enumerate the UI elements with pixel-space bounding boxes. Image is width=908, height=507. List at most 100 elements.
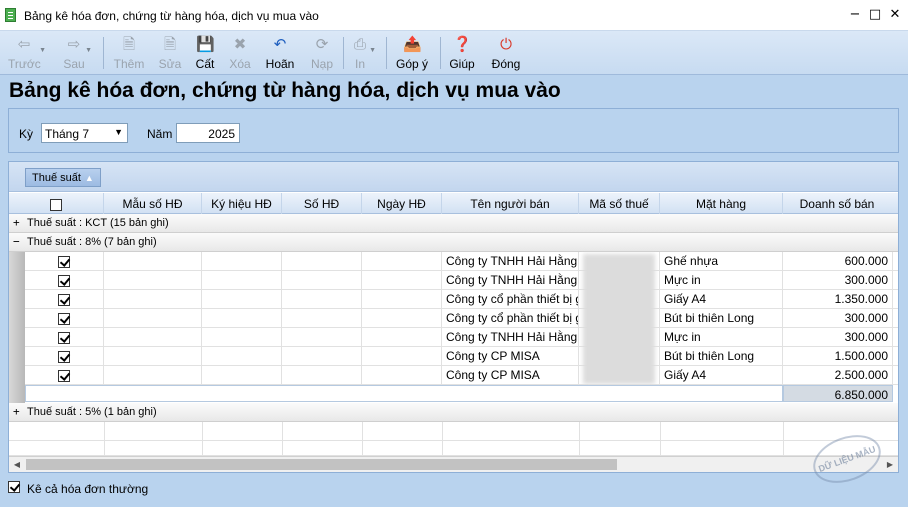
expand-icon[interactable]: +	[13, 216, 20, 229]
undo-button[interactable]: ↶ Hoãn	[265, 33, 295, 73]
printer-icon: ⎙	[353, 35, 366, 53]
include-normal-invoices-checkbox[interactable]	[8, 481, 20, 493]
minimize-button[interactable]: −	[847, 7, 863, 23]
row-checkbox[interactable]	[58, 350, 70, 363]
amount-cell[interactable]: 1.500.000	[783, 347, 893, 366]
chevron-down-icon[interactable]: ▼	[369, 47, 376, 54]
forward-button[interactable]: ⇨ Sau ▼	[62, 33, 92, 73]
group-row-5[interactable]: + Thuế suất : 5% (1 bản ghi)	[9, 403, 898, 422]
scrollbar-thumb[interactable]	[26, 459, 617, 470]
period-select[interactable]: Tháng 7 ▼	[41, 123, 128, 143]
toolbar-separator	[343, 37, 344, 69]
table-row[interactable]: Công ty CP MISA Giấy A4 2.500.000	[25, 366, 898, 385]
save-icon: 💾	[196, 35, 215, 53]
arrow-right-icon: ⇨	[67, 35, 81, 53]
column-header-tax-code[interactable]: Mã số thuế	[579, 193, 660, 214]
column-header-item[interactable]: Mặt hàng	[660, 193, 783, 214]
row-checkbox[interactable]	[58, 331, 70, 344]
save-button[interactable]: 💾 Cất	[194, 33, 216, 73]
delete-document-icon: ✖	[233, 35, 247, 53]
item-cell[interactable]: Ghế nhựa	[660, 252, 783, 271]
help-button[interactable]: ❓ Giúp	[448, 33, 476, 73]
table-row[interactable]: Công ty cổ phần thiết bị g Bút bi thiên …	[25, 309, 898, 328]
feedback-icon: 📤	[403, 35, 422, 53]
period-label: Kỳ	[19, 127, 34, 141]
close-button[interactable]: ⏻ Đóng	[490, 33, 522, 73]
row-checkbox[interactable]	[58, 293, 70, 306]
amount-cell[interactable]: 300.000	[783, 328, 893, 347]
table-row[interactable]: Công ty TNHH Hải Hằng Mực in 300.000	[25, 328, 898, 347]
power-icon: ⏻	[500, 35, 512, 53]
maximize-button[interactable]: □	[867, 7, 883, 23]
edit-button[interactable]: 🗎 Sửa	[158, 33, 182, 73]
item-cell[interactable]: Mực in	[660, 328, 783, 347]
year-label: Năm	[147, 127, 173, 141]
period-value: Tháng 7	[45, 127, 90, 141]
feedback-button[interactable]: 📤 Góp ý	[394, 33, 430, 73]
seller-cell[interactable]: Công ty cổ phần thiết bị g	[442, 309, 579, 328]
group-total: 6.850.000	[783, 385, 893, 402]
include-normal-invoices-label[interactable]: Kê cả hóa đơn thường	[27, 482, 148, 496]
row-checkbox[interactable]	[58, 274, 70, 287]
row-checkbox[interactable]	[58, 369, 70, 382]
item-cell[interactable]: Giấy A4	[660, 290, 783, 309]
expand-icon[interactable]: +	[13, 405, 20, 418]
toolbar-separator	[386, 37, 387, 69]
table-row[interactable]: Công ty TNHH Hải Hằng Mực in 300.000	[25, 271, 898, 290]
print-button[interactable]: ⎙ In ▼	[350, 33, 376, 73]
table-row[interactable]: Công ty TNHH Hải Hằng Ghế nhựa 600.000	[25, 252, 898, 271]
reload-button[interactable]: ⟳ Nạp	[309, 33, 335, 73]
year-input[interactable]: 2025	[176, 123, 240, 143]
chevron-down-icon[interactable]: ▼	[39, 47, 46, 54]
scroll-right-icon[interactable]: ▶	[882, 457, 898, 472]
group-chip-tax-rate[interactable]: Thuế suất ▲	[25, 168, 101, 187]
group-row-kct[interactable]: + Thuế suất : KCT (15 bản ghi)	[9, 214, 898, 233]
empty-row	[9, 441, 898, 460]
amount-cell[interactable]: 300.000	[783, 309, 893, 328]
group-by-panel: Thuế suất ▲	[9, 162, 898, 192]
table-row[interactable]: Công ty cổ phần thiết bị g Giấy A4 1.350…	[25, 290, 898, 309]
column-header-sales[interactable]: Doanh số bán	[783, 197, 891, 211]
column-header-date[interactable]: Ngày HĐ	[362, 193, 442, 214]
item-cell[interactable]: Mực in	[660, 271, 783, 290]
row-checkbox[interactable]	[58, 312, 70, 325]
arrow-left-icon: ⇦	[17, 35, 31, 53]
select-all-checkbox[interactable]	[50, 198, 62, 211]
redacted-tax-codes	[583, 254, 655, 384]
seller-cell[interactable]: Công ty cổ phần thiết bị g	[442, 290, 579, 309]
collapse-icon[interactable]: −	[13, 235, 20, 248]
select-all-header[interactable]	[9, 193, 104, 214]
add-button[interactable]: 🗎 Thêm	[113, 33, 145, 73]
seller-cell[interactable]: Công ty TNHH Hải Hằng	[442, 271, 579, 290]
delete-button[interactable]: ✖ Xóa	[228, 33, 252, 73]
item-cell[interactable]: Giấy A4	[660, 366, 783, 385]
scroll-left-icon[interactable]: ◀	[9, 457, 25, 472]
seller-cell[interactable]: Công ty TNHH Hải Hằng	[442, 252, 579, 271]
column-header-number[interactable]: Số HĐ	[282, 193, 362, 214]
group-label: Thuế suất : 5% (1 bản ghi)	[27, 406, 157, 418]
column-header-seller[interactable]: Tên người bán	[442, 193, 579, 214]
item-cell[interactable]: Bút bi thiên Long	[660, 309, 783, 328]
column-header-symbol[interactable]: Ký hiệu HĐ	[202, 193, 282, 214]
column-header-row: Mẫu số HĐ Ký hiệu HĐ Số HĐ Ngày HĐ Tên n…	[9, 193, 898, 214]
toolbar: ⇦ Trước ▼ ⇨ Sau ▼ 🗎 Thêm 🗎 Sửa 💾 Cất ✖ X…	[0, 31, 908, 75]
amount-cell[interactable]: 1.350.000	[783, 290, 893, 309]
seller-cell[interactable]: Công ty TNHH Hải Hằng	[442, 328, 579, 347]
group-label: Thuế suất : KCT (15 bản ghi)	[27, 217, 169, 229]
table-row[interactable]: Công ty CP MISA Bút bi thiên Long 1.500.…	[25, 347, 898, 366]
amount-cell[interactable]: 300.000	[783, 271, 893, 290]
horizontal-scrollbar[interactable]: ◀ ▶	[9, 456, 898, 472]
chevron-down-icon[interactable]: ▼	[85, 47, 92, 54]
page-title: Bảng kê hóa đơn, chứng từ hàng hóa, dịch…	[9, 79, 561, 102]
close-window-button[interactable]: ✕	[887, 7, 903, 23]
window-title: Bảng kê hóa đơn, chứng từ hàng hóa, dịch…	[24, 9, 319, 23]
row-checkbox[interactable]	[58, 255, 70, 268]
amount-cell[interactable]: 2.500.000	[783, 366, 893, 385]
item-cell[interactable]: Bút bi thiên Long	[660, 347, 783, 366]
group-row-8[interactable]: − Thuế suất : 8% (7 bản ghi)	[9, 233, 898, 252]
seller-cell[interactable]: Công ty CP MISA	[442, 347, 579, 366]
back-button[interactable]: ⇦ Trước ▼	[8, 33, 46, 73]
amount-cell[interactable]: 600.000	[783, 252, 893, 271]
seller-cell[interactable]: Công ty CP MISA	[442, 366, 579, 385]
column-header-form[interactable]: Mẫu số HĐ	[104, 193, 202, 214]
